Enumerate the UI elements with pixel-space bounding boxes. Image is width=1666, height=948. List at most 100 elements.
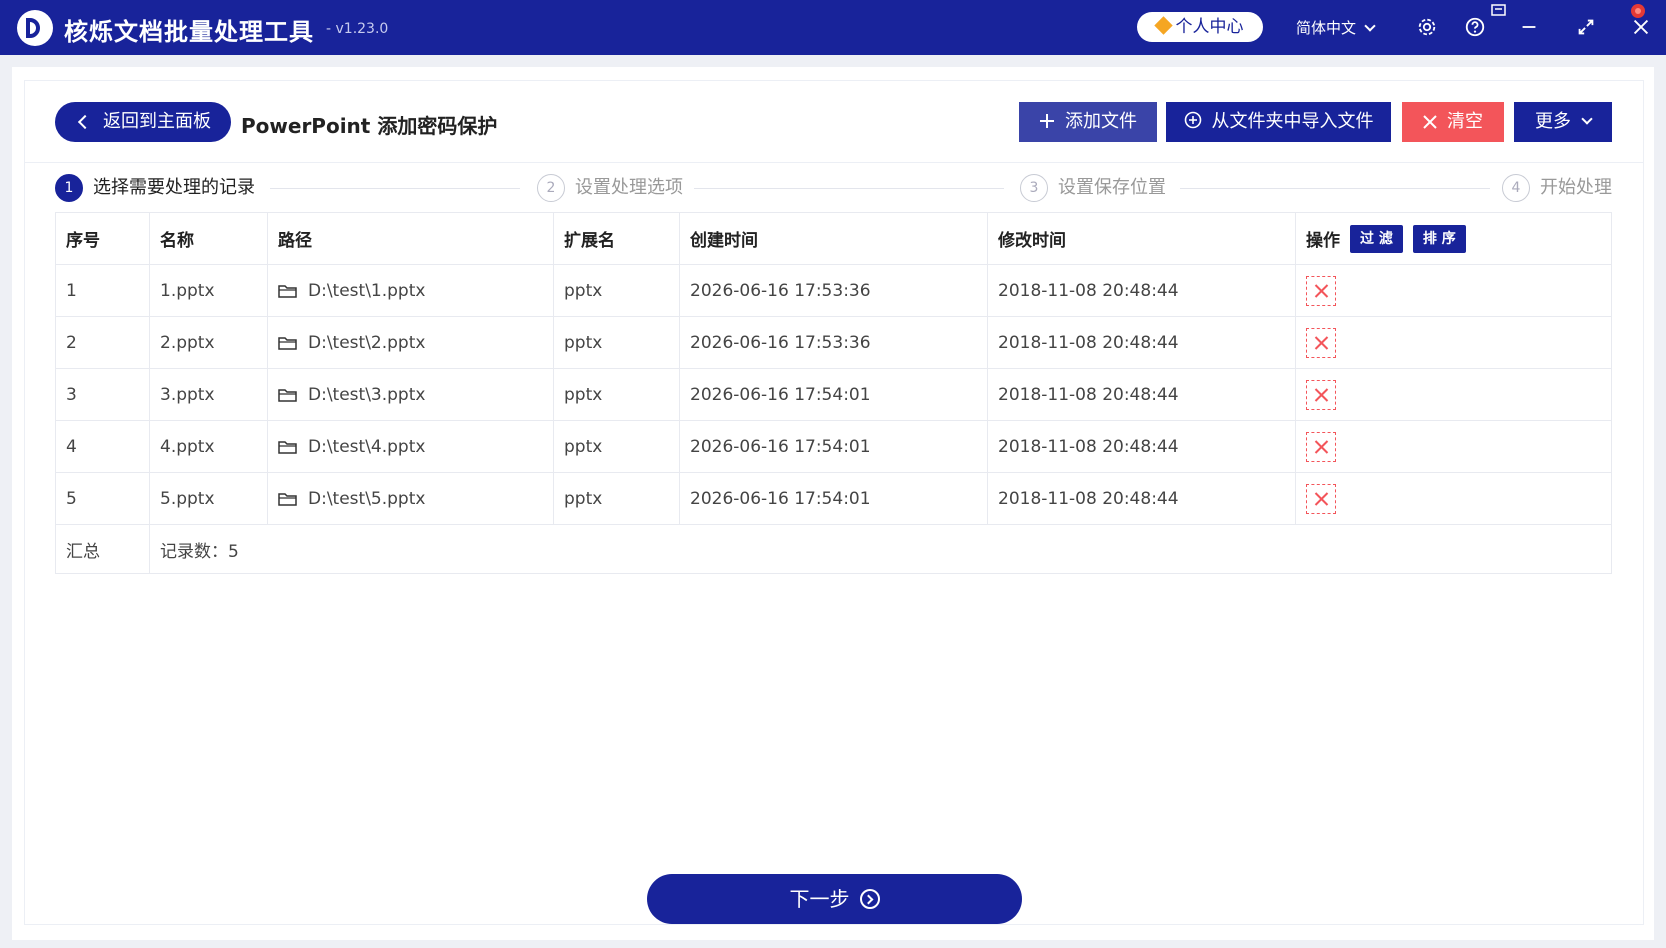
step-3: 3 设置保存位置 — [1020, 174, 1166, 202]
language-label: 简体中文 — [1296, 19, 1357, 37]
step-number: 3 — [1020, 174, 1048, 202]
table-row: 1 1.pptx D:\test\1.pptx pptx 2026-06-16 … — [56, 265, 1611, 317]
clear-label: 清空 — [1447, 111, 1483, 132]
row-index: 4 — [56, 421, 150, 472]
row-ext: pptx — [554, 421, 680, 472]
row-path[interactable]: D:\test\3.pptx — [268, 369, 554, 420]
app-title: 核烁文档批量处理工具 — [64, 18, 314, 46]
row-ext: pptx — [554, 369, 680, 420]
close-icon[interactable] — [1630, 16, 1652, 38]
row-modified: 2018-11-08 20:48:44 — [988, 265, 1296, 316]
maximize-icon[interactable] — [1575, 16, 1597, 38]
minimize-icon[interactable] — [1518, 16, 1540, 38]
step-2: 2 设置处理选项 — [537, 174, 683, 202]
row-path-text: D:\test\3.pptx — [308, 384, 426, 405]
table-header: 序号 名称 路径 扩展名 创建时间 修改时间 操作 过 滤 排 序 — [56, 213, 1611, 265]
row-path-text: D:\test\1.pptx — [308, 280, 426, 301]
more-button[interactable]: 更多 — [1514, 102, 1612, 142]
table-row: 2 2.pptx D:\test\2.pptx pptx 2026-06-16 … — [56, 317, 1611, 369]
chevron-left-icon — [77, 114, 93, 130]
delete-icon[interactable] — [1306, 431, 1336, 462]
row-actions — [1296, 421, 1611, 472]
filter-button[interactable]: 过 滤 — [1350, 224, 1403, 253]
row-ext: pptx — [554, 265, 680, 316]
step-4: 4 开始处理 — [1502, 174, 1612, 202]
add-file-label: 添加文件 — [1065, 111, 1137, 132]
more-label: 更多 — [1535, 111, 1571, 132]
delete-icon[interactable] — [1306, 483, 1336, 514]
step-number: 2 — [537, 174, 565, 202]
row-name: 1.pptx — [150, 265, 268, 316]
row-name: 5.pptx — [150, 473, 268, 524]
folder-icon — [278, 336, 297, 350]
header-ext[interactable]: 扩展名 — [554, 213, 680, 264]
row-path-text: D:\test\5.pptx — [308, 488, 426, 509]
step-number: 4 — [1502, 174, 1530, 202]
step-number: 1 — [55, 174, 83, 202]
folder-icon — [278, 492, 297, 506]
row-modified: 2018-11-08 20:48:44 — [988, 317, 1296, 368]
next-step-label: 下一步 — [789, 887, 850, 911]
row-path[interactable]: D:\test\4.pptx — [268, 421, 554, 472]
summary-label: 汇总 — [56, 525, 150, 573]
row-ext: pptx — [554, 317, 680, 368]
gear-icon[interactable] — [1416, 16, 1438, 38]
header-modified[interactable]: 修改时间 — [988, 213, 1296, 264]
row-modified: 2018-11-08 20:48:44 — [988, 421, 1296, 472]
row-name: 2.pptx — [150, 317, 268, 368]
row-index: 3 — [56, 369, 150, 420]
help-icon[interactable] — [1464, 16, 1486, 38]
row-created: 2026-06-16 17:53:36 — [680, 265, 988, 316]
plus-icon — [1039, 104, 1055, 144]
header-created[interactable]: 创建时间 — [680, 213, 988, 264]
back-button-label: 返回到主面板 — [103, 111, 211, 132]
row-modified: 2018-11-08 20:48:44 — [988, 473, 1296, 524]
row-path-text: D:\test\2.pptx — [308, 332, 426, 353]
delete-icon[interactable] — [1306, 275, 1336, 306]
diamond-icon — [1153, 16, 1173, 35]
import-folder-label: 从文件夹中导入文件 — [1211, 111, 1374, 132]
delete-icon[interactable] — [1306, 379, 1336, 410]
user-center-button[interactable]: 个人中心 — [1137, 12, 1263, 42]
language-select[interactable]: 简体中文 — [1296, 17, 1376, 38]
summary-value: 记录数：5 — [160, 541, 239, 562]
delete-icon[interactable] — [1306, 327, 1336, 358]
row-created: 2026-06-16 17:53:36 — [680, 317, 988, 368]
step-label: 选择需要处理的记录 — [93, 177, 255, 198]
back-button[interactable]: 返回到主面板 — [55, 102, 231, 142]
sort-button[interactable]: 排 序 — [1412, 224, 1466, 253]
table-row: 5 5.pptx D:\test\5.pptx pptx 2026-06-16 … — [56, 473, 1611, 525]
row-actions — [1296, 317, 1611, 368]
row-ext: pptx — [554, 473, 680, 524]
step-label: 开始处理 — [1540, 177, 1612, 198]
page-title: PowerPoint 添加密码保护 — [241, 114, 498, 138]
add-file-button[interactable]: 添加文件 — [1019, 102, 1157, 142]
arrow-circle-icon — [859, 889, 880, 909]
step-1: 1 选择需要处理的记录 — [55, 174, 255, 202]
folder-icon — [278, 388, 297, 402]
row-path-text: D:\test\4.pptx — [308, 436, 426, 457]
app-logo-icon — [17, 10, 53, 46]
step-connector — [694, 188, 1004, 189]
header-path[interactable]: 路径 — [268, 213, 554, 264]
header-name[interactable]: 名称 — [150, 213, 268, 264]
clear-button[interactable]: 清空 — [1402, 102, 1504, 142]
row-created: 2026-06-16 17:54:01 — [680, 473, 988, 524]
row-index: 5 — [56, 473, 150, 524]
next-step-button[interactable]: 下一步 — [647, 874, 1022, 924]
row-path[interactable]: D:\test\1.pptx — [268, 265, 554, 316]
row-index: 2 — [56, 317, 150, 368]
plus-circle-icon — [1184, 104, 1202, 144]
notification-icon[interactable] — [1491, 3, 1507, 17]
row-actions — [1296, 265, 1611, 316]
header-index[interactable]: 序号 — [56, 213, 150, 264]
step-connector — [1180, 188, 1490, 189]
row-path[interactable]: D:\test\2.pptx — [268, 317, 554, 368]
title-bar: 核烁文档批量处理工具 - v1.23.0 个人中心 简体中文 — [0, 0, 1666, 55]
user-center-label: 个人中心 — [1175, 17, 1244, 37]
import-folder-button[interactable]: 从文件夹中导入文件 — [1166, 102, 1391, 142]
table-row: 4 4.pptx D:\test\4.pptx pptx 2026-06-16 … — [56, 421, 1611, 473]
toolbar-divider — [24, 162, 1644, 163]
row-path[interactable]: D:\test\5.pptx — [268, 473, 554, 524]
app-version: - v1.23.0 — [326, 21, 389, 37]
